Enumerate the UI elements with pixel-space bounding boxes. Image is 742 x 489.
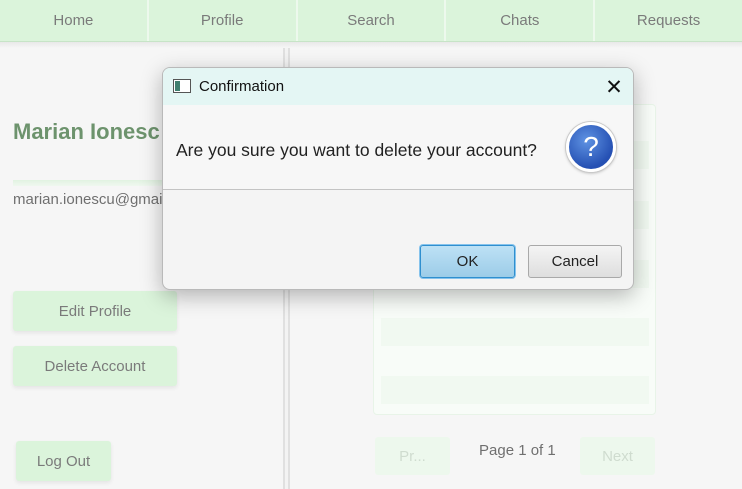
dialog-title: Confirmation [199,78,285,95]
dialog-message: Are you sure you want to delete your acc… [176,140,537,160]
dialog-header: Are you sure you want to delete your acc… [163,105,633,190]
window-app-icon [173,79,191,93]
cancel-button[interactable]: Cancel [528,245,622,278]
question-icon: ? [566,122,616,172]
ok-button[interactable]: OK [420,245,515,278]
close-icon[interactable]: ✕ [604,77,624,98]
confirmation-dialog: Confirmation ✕ Are you sure you want to … [162,67,634,290]
dialog-titlebar[interactable]: Confirmation ✕ [163,68,633,105]
